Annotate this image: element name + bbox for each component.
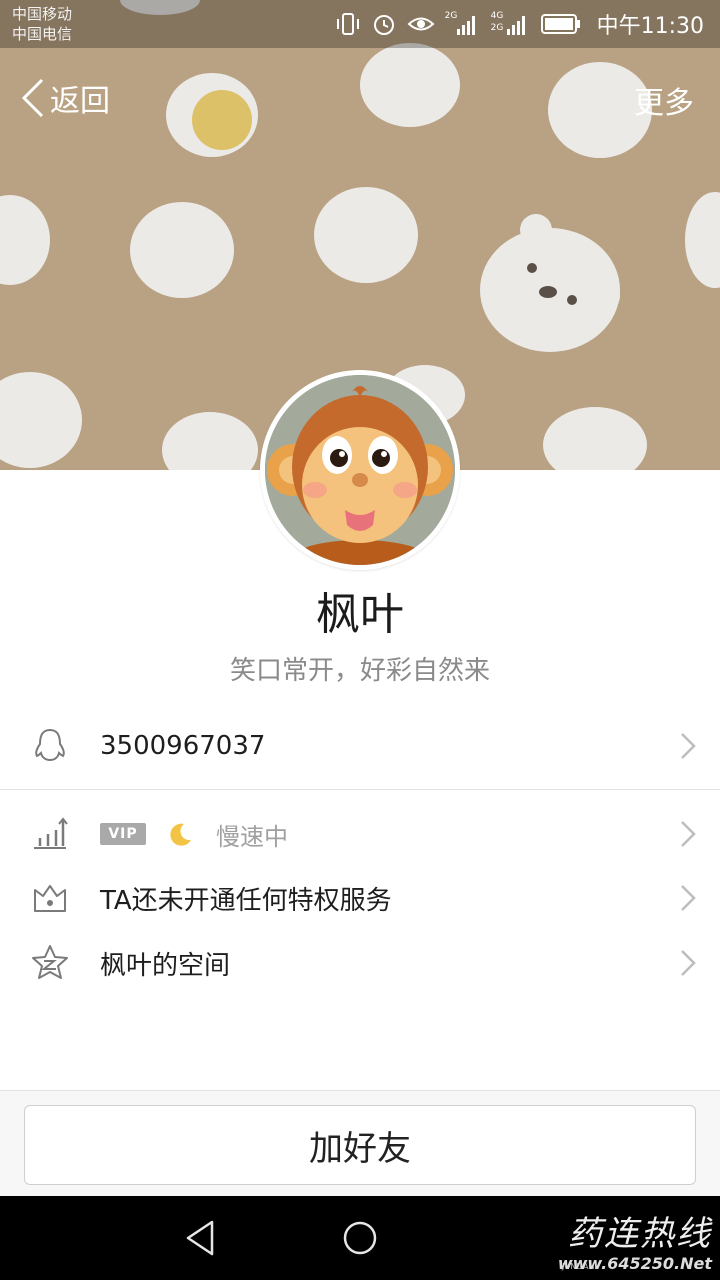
watermark: 药连热线 JUNLIAN www.645250.Net — [558, 1206, 712, 1273]
battery-icon — [540, 14, 580, 34]
chevron-right-icon — [681, 733, 696, 759]
signal-2g-icon: 2G — [445, 11, 481, 37]
qzone-row[interactable]: 枫叶的空间 — [0, 931, 720, 995]
status-bar: 中国移动 中国电信 2G 4G 2G 中午11:30 — [0, 0, 720, 48]
privilege-text: TA还未开通任何特权服务 — [100, 885, 392, 916]
watermark-brand: 药连热线 — [568, 1214, 712, 1254]
profile-page: 中国移动 中国电信 2G 4G 2G 中午11:30 返回 更多 枫叶 笑口常开… — [0, 0, 720, 1280]
vip-status-row[interactable]: VIP 慢速中 — [0, 802, 720, 866]
status-icons: 2G 4G 2G 中午11:30 — [335, 8, 704, 40]
level-chart-icon — [34, 817, 68, 849]
chevron-right-icon — [681, 950, 696, 976]
vip-badge: VIP — [100, 823, 146, 845]
avatar[interactable] — [260, 370, 460, 570]
nickname: 枫叶 — [316, 589, 404, 640]
penguin-icon — [35, 728, 65, 762]
monkey-avatar-image — [265, 375, 455, 565]
qzone-text: 枫叶的空间 — [100, 950, 231, 981]
home-circle-icon[interactable] — [340, 1216, 380, 1260]
section-divider — [0, 789, 720, 790]
more-button[interactable]: 更多 — [634, 78, 694, 122]
qq-number-row[interactable]: 3500967037 — [0, 714, 720, 778]
crown-icon — [34, 885, 66, 912]
vibrate-icon — [336, 13, 359, 35]
watermark-url: www.645250.Net — [557, 1254, 712, 1273]
system-navigation-bar: 药连热线 JUNLIAN www.645250.Net — [0, 1196, 720, 1280]
eye-comfort-icon — [407, 17, 435, 31]
qq-number: 3500967037 — [100, 731, 266, 761]
chevron-right-icon — [681, 885, 696, 911]
signal-4g-icon: 4G 2G — [491, 11, 531, 37]
privilege-row[interactable]: TA还未开通任何特权服务 — [0, 866, 720, 930]
back-triangle-icon[interactable] — [182, 1216, 218, 1260]
vip-status-text: 慢速中 — [216, 822, 288, 851]
add-friend-button[interactable]: 加好友 — [24, 1105, 696, 1185]
carrier-1: 中国移动 — [12, 5, 73, 23]
clock: 中午11:30 — [596, 14, 704, 39]
top-navigation: 返回 更多 — [0, 70, 720, 126]
moon-icon — [170, 823, 191, 846]
star-space-icon — [32, 945, 68, 979]
carrier-2: 中国电信 — [12, 25, 73, 43]
back-button[interactable]: 返回 — [20, 76, 110, 120]
chevron-right-icon — [681, 821, 696, 847]
back-label: 返回 — [50, 84, 110, 119]
signature: 笑口常开，好彩自然来 — [229, 656, 490, 686]
chevron-left-icon — [21, 78, 44, 118]
alarm-icon — [373, 15, 394, 35]
bottom-action-bar: 加好友 — [0, 1090, 720, 1196]
bear-face-decoration — [480, 214, 620, 352]
carrier-labels: 中国移动 中国电信 — [12, 4, 72, 44]
